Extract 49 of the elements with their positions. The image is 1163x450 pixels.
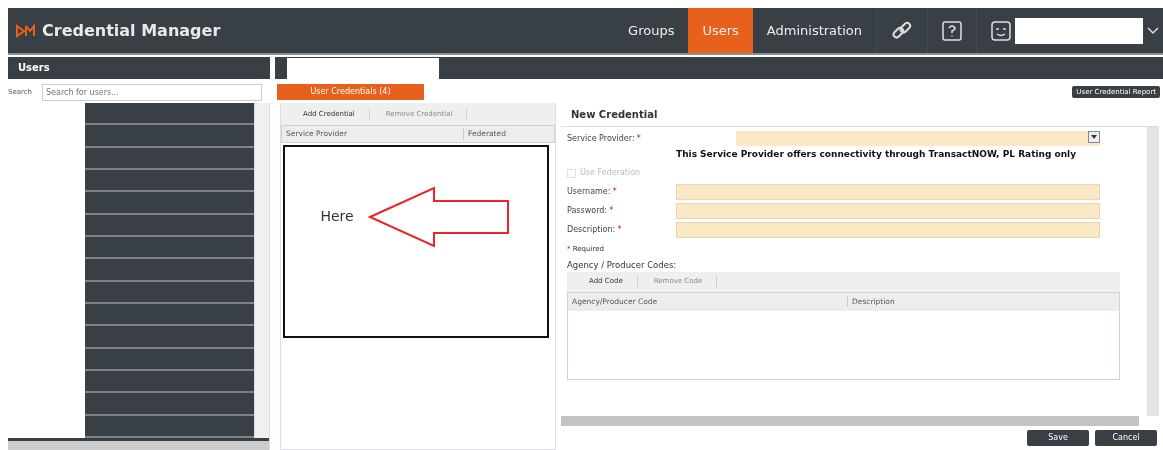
search-field[interactable]: Search for users... [42,83,262,101]
action-button[interactable]: Cancel [1095,430,1157,446]
text-field[interactable] [676,203,1100,220]
caret-icon [1091,135,1097,139]
section-label: Agency / Producer Codes: [567,258,678,272]
horizontal-scrollbar[interactable] [561,416,1139,426]
field-label: Username: [567,187,611,197]
user-row[interactable] [84,259,255,282]
arrow-icon [367,185,512,248]
field-label: Description: [567,225,616,235]
nav-tab[interactable]: Administration [752,8,876,53]
required-mark: * [636,133,641,143]
field-label: Password: [567,206,608,216]
text-field[interactable] [676,184,1100,201]
user-row[interactable] [84,214,255,237]
user-row[interactable] [84,125,255,148]
vertical-scrollbar[interactable] [254,103,269,438]
form-title: New Credential [561,103,1159,127]
user-row[interactable] [84,303,255,327]
user-row[interactable] [84,192,255,215]
user-field[interactable] [1015,17,1143,44]
user-row[interactable] [84,415,255,438]
required-mark: * [609,206,614,216]
text-field[interactable] [676,222,1100,239]
user-row[interactable] [84,236,255,260]
user-row[interactable] [84,326,255,349]
user-row[interactable] [84,370,255,394]
user-row[interactable] [84,393,255,416]
user-row[interactable] [84,348,255,371]
link-icon[interactable] [891,19,913,42]
user-row[interactable] [84,103,255,126]
horizontal-scrollbar[interactable] [8,438,269,450]
logo-icon [16,23,36,38]
annotation-label: Here [320,207,354,226]
notice-text: This Service Provider offers connectivity through TransactNOW, PL Rating only [676,150,1078,160]
nav-tab[interactable]: Groups [614,8,689,53]
chevron-down-icon[interactable] [1147,26,1159,35]
user-row[interactable] [84,170,255,193]
app-title: Credential Manager [42,19,221,42]
user-row[interactable] [84,281,255,304]
panel-header: Users [8,57,270,79]
required-mark: * [617,225,622,235]
help-icon[interactable] [942,20,962,41]
action-button[interactable]: Save [1027,430,1089,446]
checkbox-label: Use Federation [580,167,641,180]
field-label: Service Provider: [567,133,635,143]
user-row[interactable] [84,147,255,170]
vertical-scrollbar[interactable] [1147,127,1159,416]
required-mark: * [612,187,617,197]
